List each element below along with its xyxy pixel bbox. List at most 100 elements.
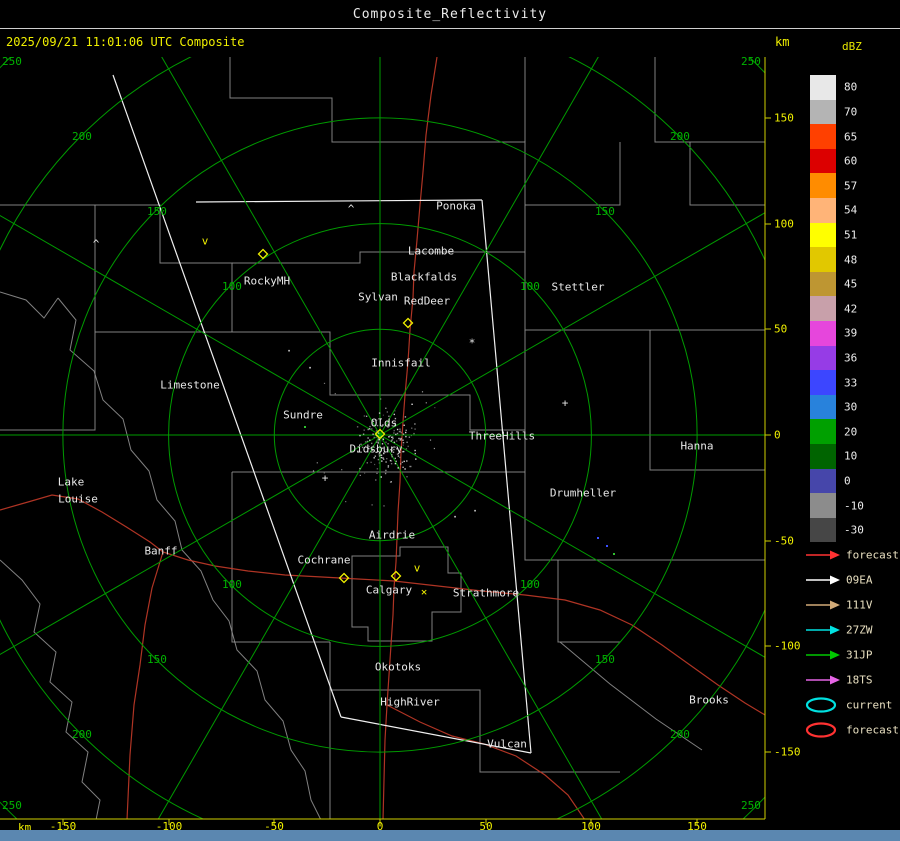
yellow-check-mark: v xyxy=(201,234,209,248)
city-label: Sundre xyxy=(283,408,323,422)
radar-echo xyxy=(398,437,400,440)
city-label: Stettler xyxy=(551,280,605,294)
city-label: Olds xyxy=(370,416,398,430)
range-label: 150 xyxy=(147,205,167,218)
colorbar-label: 33 xyxy=(844,376,858,389)
radar-echo xyxy=(405,429,407,431)
radar-echo xyxy=(390,463,393,465)
radar-echo xyxy=(390,460,393,462)
colorbar-label: 48 xyxy=(844,253,858,266)
range-label: 150 xyxy=(595,205,615,218)
x-axis-label: -50 xyxy=(264,820,284,833)
radar-echo xyxy=(391,456,393,458)
colorbar-segment-39 xyxy=(810,321,836,346)
radar-echo xyxy=(434,407,436,409)
radar-echo xyxy=(403,424,405,426)
colorbar-segment-54 xyxy=(810,198,836,223)
city-label: Didsbury xyxy=(349,442,403,456)
radar-echo xyxy=(402,439,404,441)
range-label: 100 xyxy=(520,578,540,591)
legend-item-27ZW xyxy=(804,622,842,638)
radar-echo xyxy=(341,469,343,471)
colorbar-segment-45 xyxy=(810,271,836,297)
radar-echo xyxy=(386,458,388,460)
radar-echo xyxy=(404,468,406,470)
radar-echo xyxy=(425,402,427,404)
radar-echo xyxy=(385,407,387,409)
radar-echo xyxy=(323,382,326,384)
radar-echo xyxy=(406,476,408,478)
colorbar-segment-80 xyxy=(810,75,836,100)
radar-echo xyxy=(369,439,371,441)
range-label: 200 xyxy=(72,130,92,143)
city-label: Louise xyxy=(58,492,98,506)
radar-echo xyxy=(408,436,411,438)
radar-echo xyxy=(392,437,394,440)
radar-echo xyxy=(367,428,369,431)
colorbar-label: 70 xyxy=(844,105,858,119)
city-label: Brooks xyxy=(689,693,729,707)
colorbar-segment-0 xyxy=(810,468,836,494)
radar-echo xyxy=(397,455,400,457)
city-label: Cochrane xyxy=(297,553,351,567)
legend-item-forecast xyxy=(804,722,842,738)
radar-echo xyxy=(396,432,399,435)
white-dot-mark: · xyxy=(285,344,293,358)
radar-echo xyxy=(363,415,366,417)
radar-echo xyxy=(374,455,376,457)
radar-echo xyxy=(377,458,380,461)
colorbar-segment-51 xyxy=(810,222,836,248)
radar-echo xyxy=(402,442,405,444)
colorbar-label: 36 xyxy=(844,351,858,365)
radar-echo xyxy=(383,458,385,460)
radar-echo xyxy=(380,456,383,459)
radar-echo xyxy=(334,393,336,395)
legend-label: 09EA xyxy=(846,573,873,587)
white-caret-mark: ^ xyxy=(92,237,100,251)
arrow-icon xyxy=(806,675,840,685)
radar-echo xyxy=(370,461,372,463)
radar-echo xyxy=(405,431,407,434)
radar-echo xyxy=(406,460,408,462)
radar-echo xyxy=(401,461,404,463)
city-label: Ponoka xyxy=(436,199,476,213)
radar-map-display[interactable] xyxy=(0,0,900,841)
y-axis-label: 0 xyxy=(774,428,781,442)
radar-echo xyxy=(387,466,389,468)
range-label: 200 xyxy=(72,728,92,741)
radar-echo xyxy=(380,476,382,478)
colorbar-segment-33 xyxy=(810,370,836,395)
radar-echo xyxy=(381,460,383,462)
range-label: 200 xyxy=(670,130,690,143)
colorbar-segment--30 xyxy=(810,517,836,543)
x-axis-label: 100 xyxy=(581,820,601,833)
colorbar-segment-42 xyxy=(810,296,836,321)
radar-echo xyxy=(373,436,375,439)
colorbar-label: 60 xyxy=(844,154,858,168)
city-label: Blackfalds xyxy=(390,270,458,284)
colorbar-label: 65 xyxy=(844,130,858,143)
radar-echo xyxy=(375,430,378,432)
radar-echo xyxy=(395,433,397,436)
radar-echo xyxy=(359,474,361,476)
radar-echo xyxy=(383,505,385,507)
city-label: Okotoks xyxy=(374,660,422,674)
colorbar-label: 80 xyxy=(844,80,858,94)
colorbar-label: 0 xyxy=(844,474,851,488)
legend-item-current xyxy=(804,697,842,713)
range-label: 250 xyxy=(741,799,761,812)
city-label: Hanna xyxy=(680,439,714,453)
radar-echo xyxy=(375,479,377,481)
range-label: 200 xyxy=(670,728,690,741)
radar-echo xyxy=(399,428,401,430)
y-axis-label: 50 xyxy=(774,322,788,336)
echo-dot xyxy=(606,545,608,547)
radar-echo xyxy=(429,439,432,441)
radar-echo xyxy=(364,472,366,474)
radar-echo xyxy=(405,448,408,450)
radar-echo xyxy=(359,467,361,470)
radar-echo xyxy=(376,472,378,474)
radar-echo xyxy=(371,504,373,506)
colorbar-label: 20 xyxy=(844,425,858,439)
y-axis-label: -50 xyxy=(774,534,794,548)
